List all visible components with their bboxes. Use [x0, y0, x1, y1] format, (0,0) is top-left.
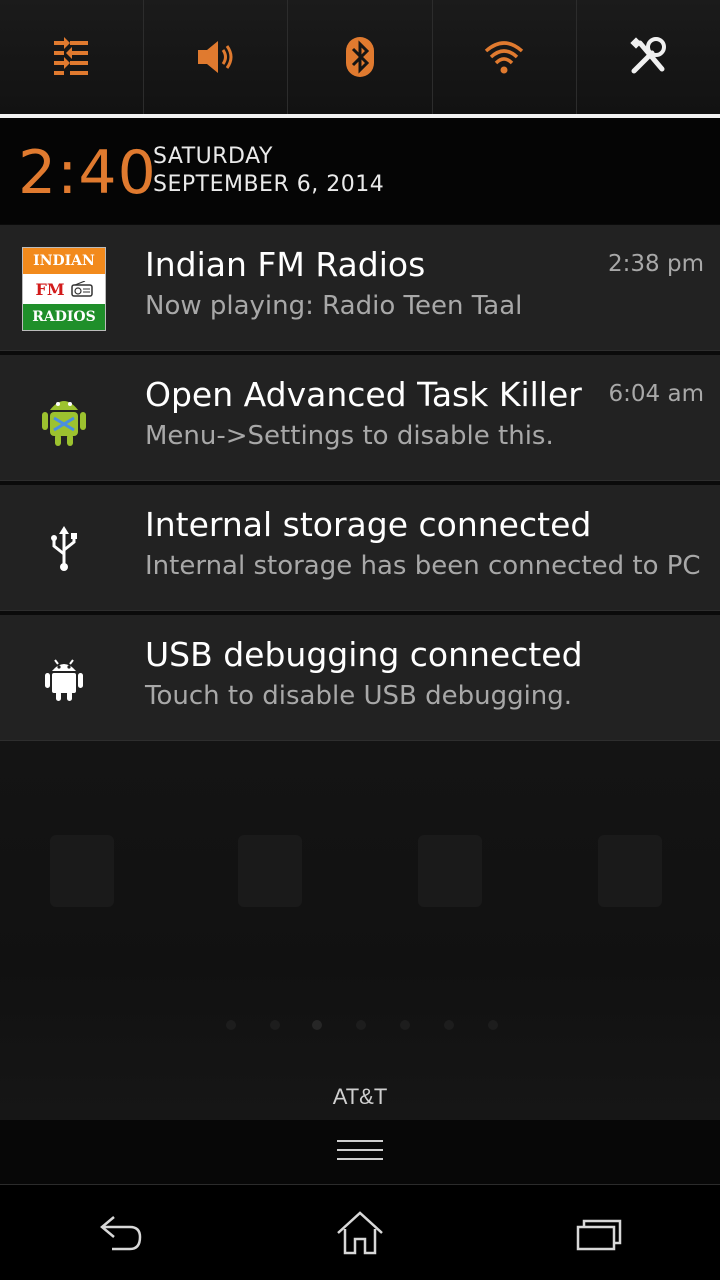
settings-list-icon [53, 37, 88, 75]
sound-icon [197, 41, 233, 73]
fm-logo-top-text: INDIAN [23, 248, 105, 274]
bluetooth-icon [346, 37, 374, 77]
recents-button[interactable] [480, 1185, 720, 1280]
bluetooth-toggle[interactable] [288, 0, 433, 114]
background-app-icon [598, 835, 662, 907]
quick-settings-bar [0, 0, 720, 114]
settings-toggle[interactable] [576, 0, 720, 114]
notification-task-killer[interactable]: Open Advanced Task Killer Menu->Settings… [0, 355, 720, 481]
wifi-toggle[interactable] [432, 0, 577, 114]
notification-text: Menu->Settings to disable this. [145, 421, 554, 451]
recents-icon [576, 1219, 622, 1250]
notification-title: Indian FM Radios [145, 245, 426, 284]
background-app-icon [50, 835, 114, 907]
notification-title: Internal storage connected [145, 505, 592, 544]
page-indicator-dot [270, 1020, 280, 1030]
page-indicator-dot [356, 1020, 366, 1030]
home-screen-background [0, 740, 720, 1120]
fm-logo-bottom-text: RADIOS [23, 304, 105, 330]
wifi-icon [485, 41, 524, 74]
home-icon [337, 1210, 383, 1254]
notification-indian-fm-radios[interactable]: INDIAN FM RADIOS Indian FM Radios Now pl… [0, 225, 720, 351]
date: SEPTEMBER 6, 2014 [153, 172, 385, 197]
back-icon [100, 1215, 142, 1250]
carrier-label: AT&T [332, 1084, 388, 1109]
page-indicator-dot [488, 1020, 498, 1030]
back-button[interactable] [0, 1185, 240, 1280]
background-app-icon [238, 835, 302, 907]
notification-usb-debugging[interactable]: USB debugging connected Touch to disable… [0, 615, 720, 741]
fm-logo-mid-text: FM [35, 279, 65, 299]
sound-toggle[interactable] [144, 0, 289, 114]
quick-settings-toggle[interactable] [0, 0, 145, 114]
background-app-icon [418, 835, 482, 907]
notification-title: USB debugging connected [145, 635, 583, 674]
radio-icon [70, 281, 93, 297]
home-button[interactable] [240, 1185, 480, 1280]
tools-icon [630, 37, 667, 74]
page-indicator-dot [226, 1020, 236, 1030]
indian-fm-radios-logo: INDIAN FM RADIOS [20, 245, 108, 333]
date-time-header: 2:40 SATURDAY SEPTEMBER 6, 2014 [0, 118, 720, 224]
notification-internal-storage[interactable]: Internal storage connected Internal stor… [0, 485, 720, 611]
notification-text: Internal storage has been connected to P… [145, 551, 701, 581]
usb-icon [20, 505, 108, 593]
page-indicator-dot [444, 1020, 454, 1030]
shade-handle-bar[interactable] [0, 1120, 720, 1184]
notification-time: 2:38 pm [608, 251, 704, 277]
android-robot-icon [20, 375, 108, 463]
android-debug-icon [20, 635, 108, 723]
page-indicator-dot [312, 1020, 322, 1030]
clock: 2:40 [18, 138, 157, 208]
page-indicator-dot [400, 1020, 410, 1030]
notification-title: Open Advanced Task Killer [145, 375, 582, 414]
notification-text: Touch to disable USB debugging. [145, 681, 573, 711]
notification-time: 6:04 am [608, 381, 704, 407]
navigation-bar [0, 1184, 720, 1280]
drag-handle-icon[interactable] [337, 1140, 383, 1164]
notification-text: Now playing: Radio Teen Taal [145, 291, 523, 321]
day-of-week: SATURDAY [153, 144, 273, 169]
